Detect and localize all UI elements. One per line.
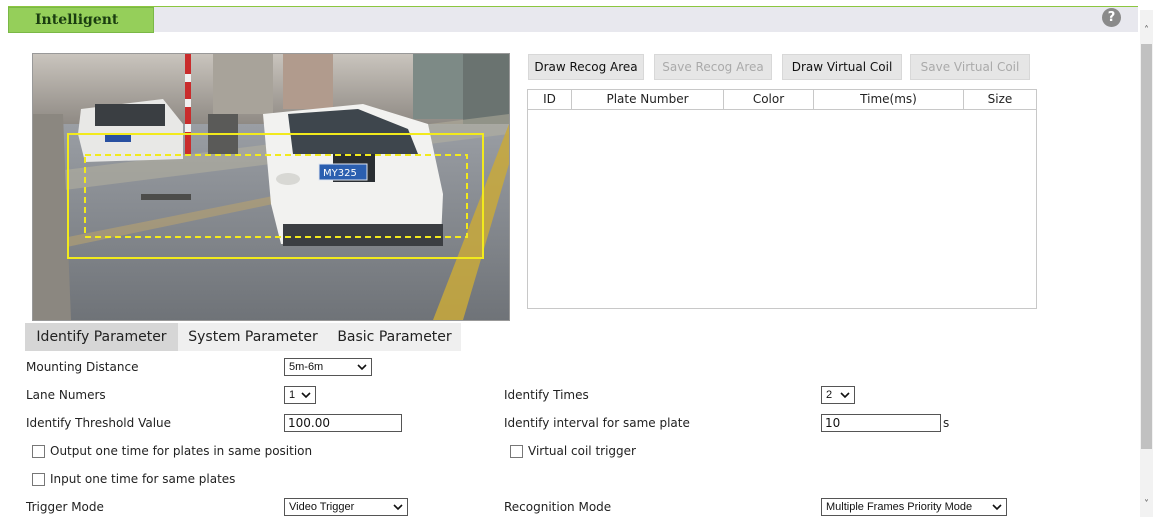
chevron-down-icon [992,504,1002,511]
save-recog-area-button[interactable]: Save Recog Area [654,54,772,80]
scroll-thumb[interactable] [1141,44,1152,449]
recognition-mode-value: Multiple Frames Priority Mode [826,501,973,513]
camera-frame-image: MY325 [33,54,509,320]
plate-result-table: ID Plate Number Color Time(ms) Size [527,89,1037,309]
tab-identify-parameter[interactable]: Identify Parameter [25,323,178,351]
trigger-mode-select[interactable]: Video Trigger [284,498,408,516]
video-preview[interactable]: MY325 [32,53,510,321]
lane-numbers-label: Lane Numers [26,388,106,402]
recognition-mode-select[interactable]: Multiple Frames Priority Mode [821,498,1007,516]
column-header-plate-number: Plate Number [572,90,724,110]
identify-times-label: Identify Times [504,388,589,402]
output-one-time-label: Output one time for plates in same posit… [50,444,313,458]
draw-recog-area-button[interactable]: Draw Recog Area [528,54,644,80]
scroll-down-icon[interactable]: ˅ [1140,498,1153,512]
lane-numbers-select[interactable]: 1 [284,386,316,404]
mounting-distance-value: 5m-6m [289,361,324,373]
mounting-distance-select[interactable]: 5m-6m [284,358,372,376]
column-header-id: ID [528,90,572,110]
save-virtual-coil-button[interactable]: Save Virtual Coil [910,54,1030,80]
page-scrollbar[interactable]: ˄ ˅ [1140,10,1153,517]
identify-interval-input[interactable]: 10 [821,414,941,432]
output-one-time-checkbox[interactable] [32,445,45,458]
table-header-row: ID Plate Number Color Time(ms) Size [528,90,1036,110]
recognition-mode-label: Recognition Mode [504,500,612,514]
draw-virtual-coil-button[interactable]: Draw Virtual Coil [782,54,902,80]
chevron-down-icon [393,504,403,511]
section-header: Intelligent [8,6,1138,33]
identify-threshold-input[interactable]: 100.00 [284,414,402,432]
lane-numbers-value: 1 [289,389,296,401]
license-plate-text: MY325 [323,168,357,179]
column-header-time: Time(ms) [814,90,964,110]
tab-system-parameter[interactable]: System Parameter [178,323,328,351]
tab-basic-parameter[interactable]: Basic Parameter [328,323,461,351]
identify-times-value: 2 [826,389,833,401]
help-icon[interactable]: ? [1102,8,1121,27]
chevron-down-icon [357,364,367,371]
identify-threshold-label: Identify Threshold Value [26,416,172,430]
input-one-time-label: Input one time for same plates [50,472,236,486]
trigger-mode-value: Video Trigger [289,501,355,513]
input-one-time-checkbox[interactable] [32,473,45,486]
tab-intelligent-label: Intelligent [35,12,119,28]
trigger-mode-label: Trigger Mode [26,500,104,514]
tab-intelligent[interactable]: Intelligent [8,7,154,33]
column-header-color: Color [724,90,814,110]
identify-interval-unit: s [943,416,950,430]
scroll-up-icon[interactable]: ˄ [1140,24,1153,38]
identify-interval-label: Identify interval for same plate [504,416,690,430]
mounting-distance-label: Mounting Distance [26,360,139,374]
chevron-down-icon [840,392,850,399]
column-header-size: Size [987,92,1013,106]
identify-times-select[interactable]: 2 [821,386,855,404]
chevron-down-icon [301,392,311,399]
virtual-coil-trigger-label: Virtual coil trigger [528,444,636,458]
virtual-coil-trigger-checkbox[interactable] [510,445,523,458]
